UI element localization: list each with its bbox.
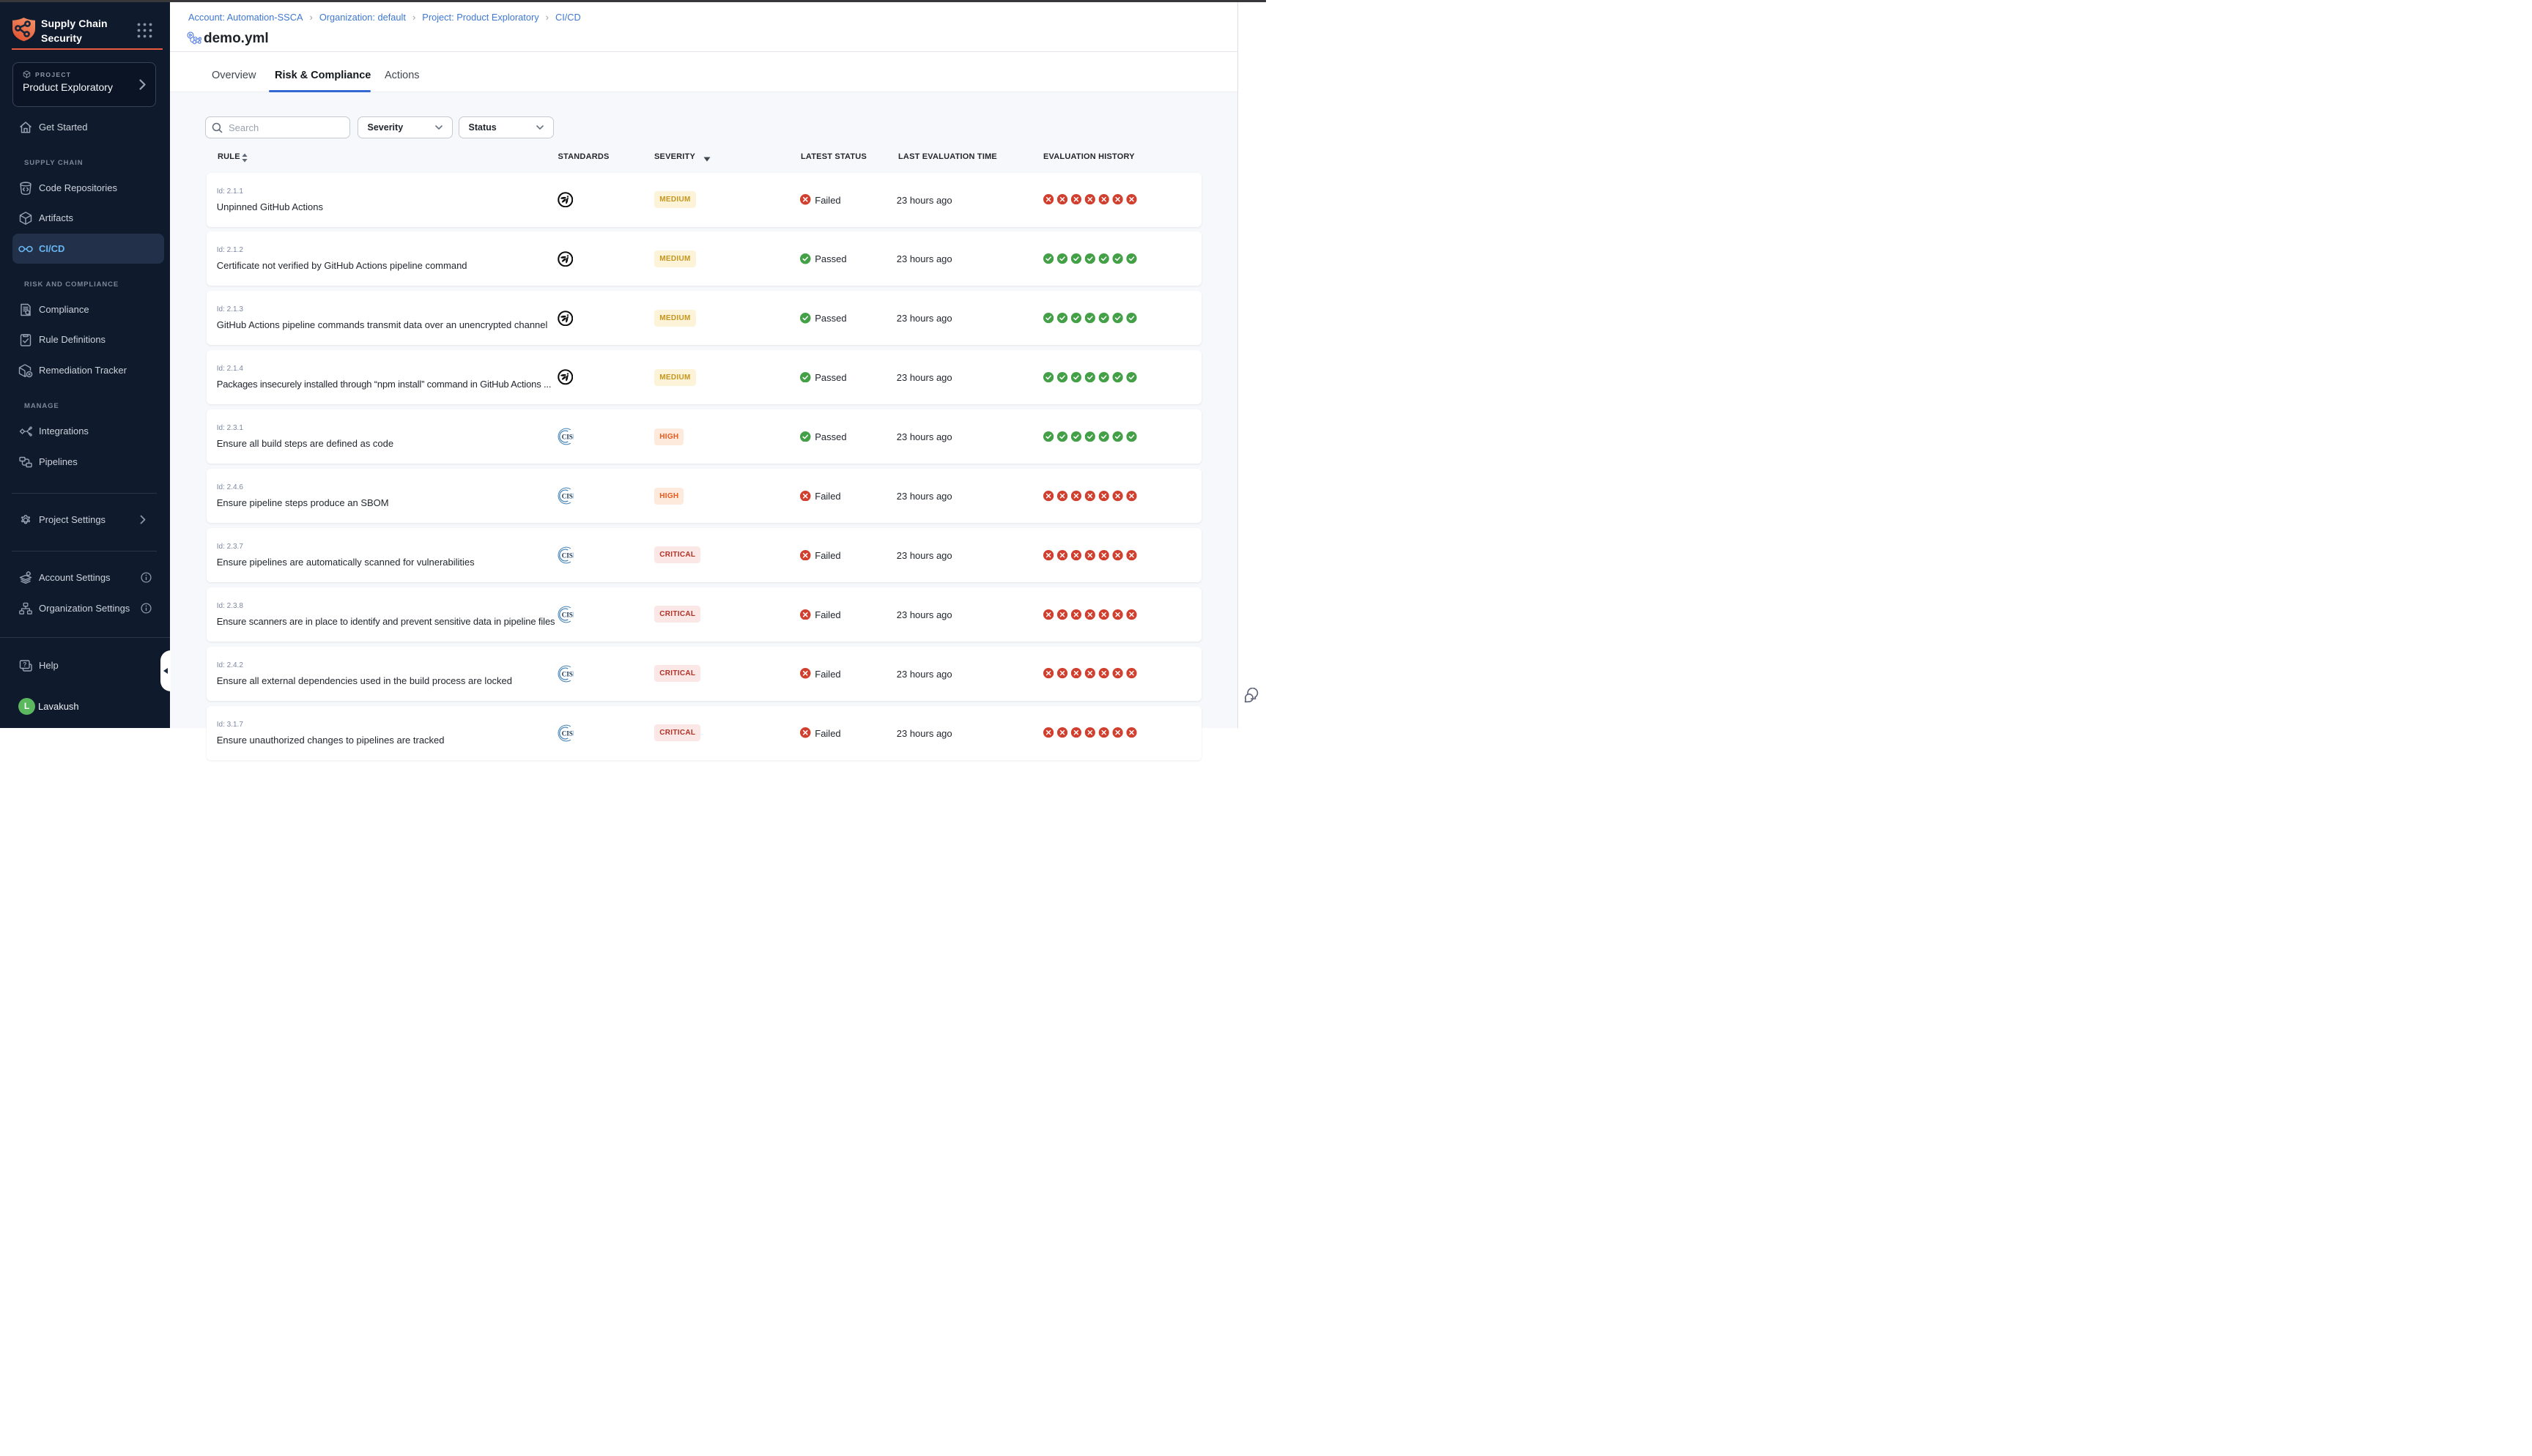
svg-text:?: ?	[23, 661, 26, 668]
